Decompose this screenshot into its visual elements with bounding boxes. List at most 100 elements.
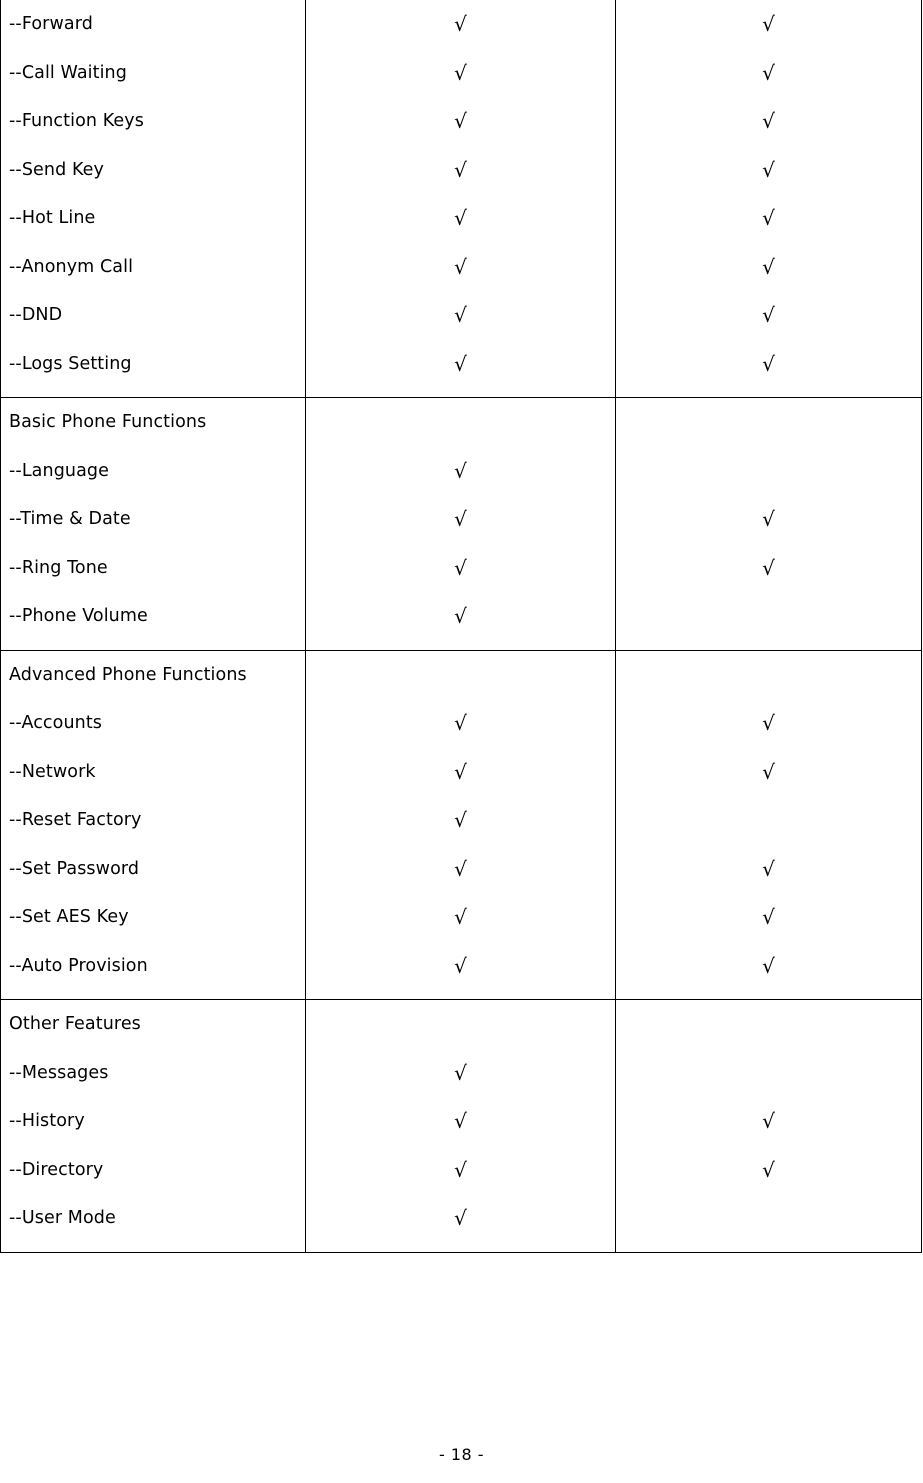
support-cell-column-3: √ (615, 893, 922, 942)
support-cell-column-3 (615, 592, 922, 641)
support-cell-column-2: √ (305, 699, 616, 748)
check-mark-icon: √ (454, 856, 467, 881)
feature-name-cell: --Directory (0, 1145, 306, 1194)
feature-name-cell: --Call Waiting (0, 48, 306, 97)
table-spacer-row (0, 990, 922, 1000)
support-cell-column-3: √ (615, 1097, 922, 1146)
support-cell-column-3 (615, 397, 922, 447)
support-cell-column-2: √ (305, 1194, 616, 1243)
support-cell-column-3 (615, 1194, 922, 1243)
check-mark-icon: √ (454, 157, 467, 182)
table-spacer-row (0, 640, 922, 650)
table-section-heading-row: Advanced Phone Functions (0, 649, 922, 700)
section-heading-label: Other Features (9, 1014, 141, 1034)
table-row: --Directory √ √ (0, 1145, 922, 1194)
feature-name-cell: --Anonym Call (0, 242, 306, 291)
support-cell-column-2: √ (305, 543, 616, 592)
check-mark-icon: √ (762, 157, 775, 182)
table-row: --Messages √ (0, 1048, 922, 1098)
table-row: --Forward √ √ (0, 0, 922, 49)
table-spacer-cell (305, 1242, 616, 1253)
support-cell-column-2: √ (305, 1048, 616, 1097)
support-cell-column-3: √ (615, 242, 922, 291)
table-spacer-row (0, 388, 922, 398)
table-spacer-cell (615, 1242, 922, 1253)
support-cell-column-2: √ (305, 339, 616, 388)
check-mark-icon: √ (454, 458, 467, 483)
feature-name-label: --Ring Tone (9, 557, 108, 578)
feature-name-label: --Time & Date (9, 509, 131, 529)
feature-name-cell: --Reset Factory (0, 796, 306, 845)
empty-cell (306, 1000, 615, 1049)
support-cell-column-2: √ (305, 592, 616, 641)
empty-cell (306, 398, 615, 447)
section-heading-cell: Other Features (0, 999, 306, 1049)
table-row: --Accounts √ √ (0, 699, 922, 748)
table-row: --DND √ √ (0, 291, 922, 340)
support-cell-column-3: √ (615, 97, 922, 146)
check-mark-icon: √ (762, 254, 775, 279)
feature-name-label: --Logs Setting (9, 353, 132, 374)
table-row: --Send Key √ √ (0, 145, 922, 194)
support-cell-column-3 (615, 446, 922, 495)
feature-name-cell: --Logs Setting (0, 339, 306, 388)
table-row: --Function Keys √ √ (0, 97, 922, 146)
feature-name-label: --Phone Volume (9, 606, 148, 626)
support-cell-column-2 (305, 999, 616, 1049)
feature-support-table-body: --Forward √ √ --Call Waiting √ √ --Function Ke… (0, 0, 922, 1253)
support-cell-column-3 (615, 1048, 922, 1098)
support-cell-column-2: √ (305, 495, 616, 544)
check-mark-icon: √ (454, 711, 467, 735)
empty-cell (616, 1194, 921, 1243)
check-mark-icon: √ (454, 507, 467, 531)
table-spacer-cell (305, 388, 616, 398)
check-mark-icon: √ (454, 808, 467, 832)
feature-name-label: --Hot Line (9, 208, 96, 228)
empty-cell (616, 1000, 921, 1049)
support-cell-column-3: √ (615, 495, 922, 544)
table-spacer-cell (0, 640, 306, 650)
support-cell-column-3 (615, 999, 922, 1049)
feature-name-label: --Network (9, 761, 96, 782)
feature-name-label: --Set AES Key (9, 907, 129, 927)
page-number-footer: - 18 - (438, 1445, 485, 1464)
feature-name-cell: --Accounts (0, 699, 306, 748)
feature-name-label: --Messages (9, 1062, 109, 1083)
check-mark-icon: √ (762, 711, 775, 735)
support-cell-column-3: √ (615, 1145, 922, 1194)
table-row: --Reset Factory √ (0, 796, 922, 845)
table-spacer-cell (0, 388, 306, 398)
table-spacer-cell (0, 1242, 306, 1253)
feature-name-cell: --User Mode (0, 1194, 306, 1243)
support-cell-column-2: √ (305, 145, 616, 194)
table-row: --Ring Tone √ √ (0, 543, 922, 592)
check-mark-icon: √ (454, 109, 467, 133)
empty-cell (616, 398, 921, 447)
empty-cell (616, 1049, 921, 1098)
table-row: --Time & Date √ √ (0, 495, 922, 544)
support-cell-column-2: √ (305, 941, 616, 990)
feature-name-label: --DND (9, 305, 63, 325)
check-mark-icon: √ (454, 1109, 467, 1133)
check-mark-icon: √ (762, 555, 775, 580)
feature-name-cell: --Send Key (0, 145, 306, 194)
feature-name-label: --Anonym Call (9, 256, 134, 277)
table-row: --User Mode √ (0, 1194, 922, 1243)
support-cell-column-3 (615, 649, 922, 700)
table-spacer-cell (615, 388, 922, 398)
check-mark-icon: √ (762, 953, 775, 978)
support-cell-column-3: √ (615, 941, 922, 990)
empty-cell (616, 592, 921, 641)
support-cell-column-3: √ (615, 699, 922, 748)
table-spacer-cell (615, 990, 922, 1000)
document-page: --Forward √ √ --Call Waiting √ √ --Function Ke… (0, 0, 923, 1483)
table-spacer-cell (615, 640, 922, 650)
table-row: --Call Waiting √ √ (0, 48, 922, 97)
table-row: --History √ √ (0, 1097, 922, 1146)
feature-name-label: --Auto Provision (9, 955, 148, 976)
check-mark-icon: √ (454, 206, 467, 230)
empty-cell (616, 651, 921, 700)
support-cell-column-2: √ (305, 446, 616, 495)
table-section-heading-row: Other Features (0, 999, 922, 1049)
table-spacer-cell (305, 640, 616, 650)
